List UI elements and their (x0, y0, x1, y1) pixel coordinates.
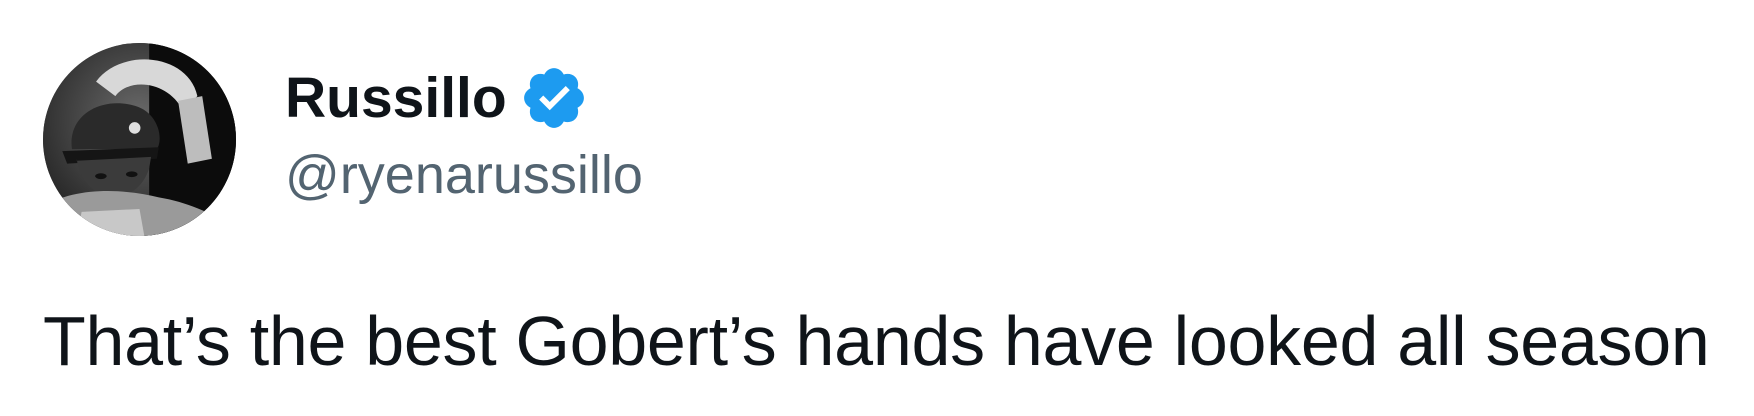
verified-badge-icon[interactable] (519, 63, 589, 133)
tweet-text: That’s the best Gobert’s hands have look… (43, 302, 1710, 380)
avatar-photo (43, 43, 236, 236)
avatar[interactable] (43, 43, 236, 236)
author-handle[interactable]: @ryenarussillo (285, 148, 643, 202)
author-display-name[interactable]: Russillo (285, 69, 507, 127)
tweet-card: Russillo @ryenarussillo That’s the best … (0, 0, 1754, 416)
author-name-row: Russillo (285, 58, 589, 138)
